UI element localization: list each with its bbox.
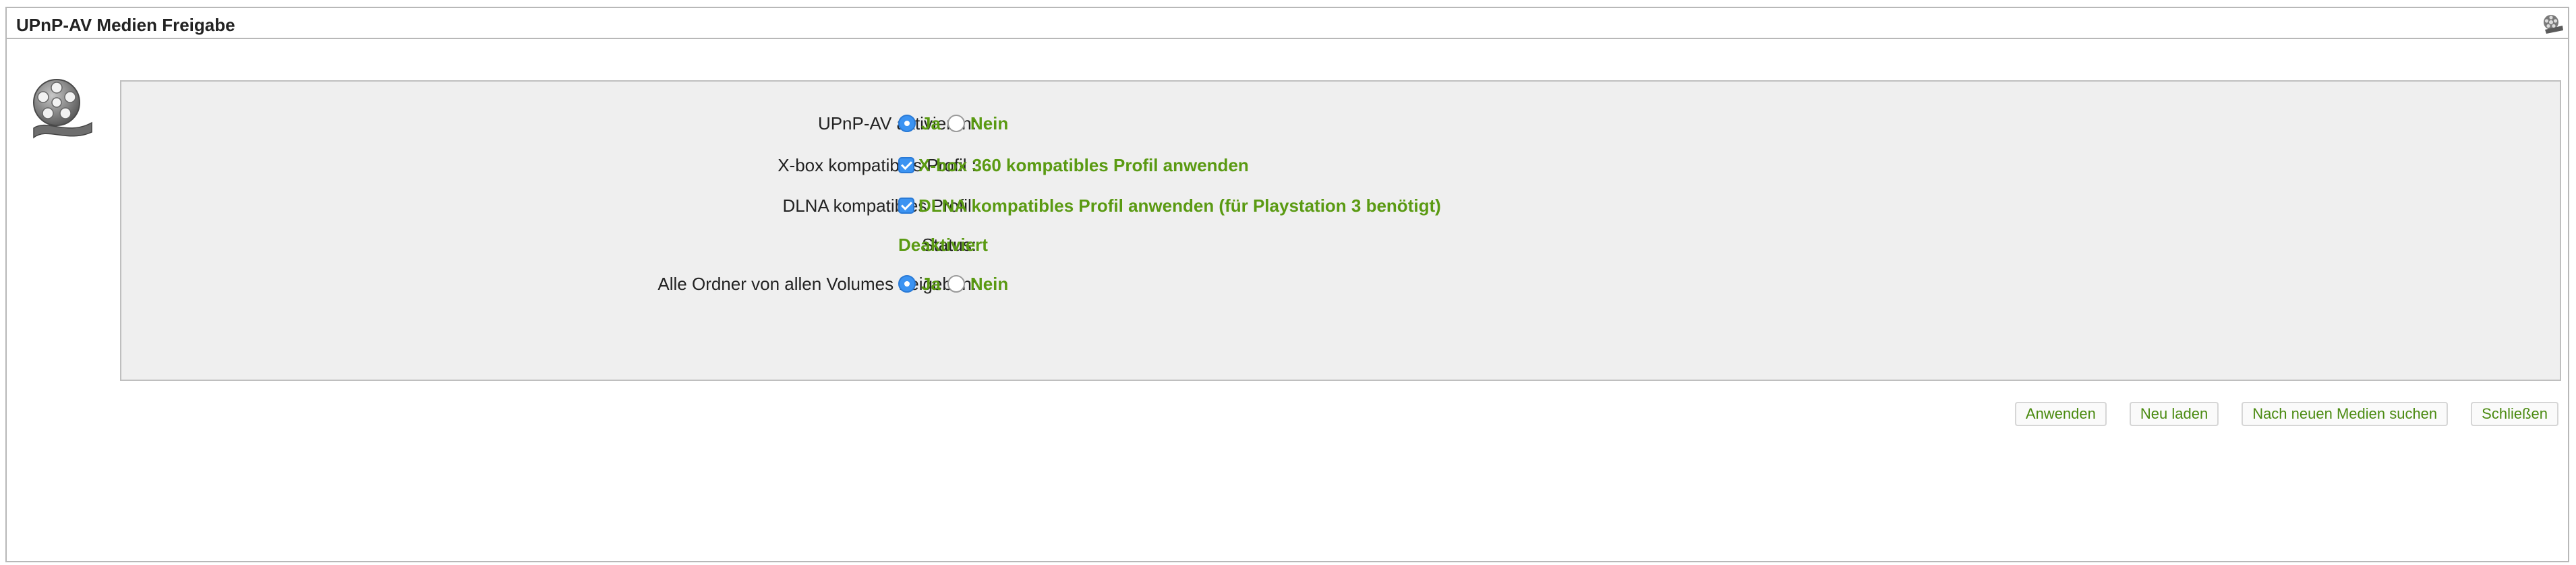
- all-folders-no-label[interactable]: Nein: [970, 270, 1008, 297]
- button-bar: Anwenden Neu laden Nach neuen Medien suc…: [2014, 402, 2558, 426]
- row-all-folders: Alle Ordner von allen Volumes freigeben:…: [121, 270, 2560, 297]
- xbox-checkbox-label[interactable]: X-box 360 kompatibles Profil anwenden: [918, 152, 1249, 179]
- all-folders-no-radio[interactable]: [947, 275, 965, 293]
- window-title: UPnP-AV Medien Freigabe: [16, 15, 235, 35]
- upnp-yes-label[interactable]: Ja: [921, 110, 941, 137]
- upnp-no-label[interactable]: Nein: [970, 110, 1008, 137]
- all-folders-options: Ja Nein: [898, 270, 1015, 297]
- close-button[interactable]: Schließen: [2471, 402, 2558, 426]
- settings-panel: UPnP-AV aktivieren: Ja Nein X-box kompat…: [120, 80, 2561, 381]
- all-folders-yes-label[interactable]: Ja: [921, 270, 941, 297]
- row-xbox: X-box kompatibles Profil : X-box 360 kom…: [121, 152, 2560, 179]
- title-bar: UPnP-AV Medien Freigabe: [7, 8, 2568, 39]
- apply-button[interactable]: Anwenden: [2014, 402, 2107, 426]
- upnp-no-radio[interactable]: [947, 115, 965, 132]
- status-value-wrap: Deaktiviert: [898, 231, 988, 258]
- dlna-option: DLNA kompatibles Profil anwenden (für Pl…: [898, 192, 1441, 219]
- reload-button[interactable]: Neu laden: [2129, 402, 2219, 426]
- xbox-checkbox[interactable]: [898, 157, 914, 173]
- xbox-option: X-box 360 kompatibles Profil anwenden: [898, 152, 1249, 179]
- row-dlna: DLNA kompatibles Profil: DLNA kompatible…: [121, 192, 2560, 219]
- dlna-checkbox-label[interactable]: DLNA kompatibles Profil anwenden (für Pl…: [918, 192, 1441, 219]
- row-upnp: UPnP-AV aktivieren: Ja Nein: [121, 110, 2560, 137]
- all-folders-yes-radio[interactable]: [898, 275, 916, 293]
- upnp-options: Ja Nein: [898, 110, 1015, 137]
- film-reel-icon: [33, 79, 92, 139]
- scan-media-button[interactable]: Nach neuen Medien suchen: [2242, 402, 2449, 426]
- film-reel-icon[interactable]: [2541, 12, 2564, 35]
- status-value: Deaktiviert: [898, 235, 988, 255]
- upnp-yes-radio[interactable]: [898, 115, 916, 132]
- upnp-window: UPnP-AV Medien Freigabe UPnP-AV aktivier…: [5, 7, 2569, 562]
- row-status: Status: Deaktiviert: [121, 231, 2560, 258]
- dlna-checkbox[interactable]: [898, 198, 914, 214]
